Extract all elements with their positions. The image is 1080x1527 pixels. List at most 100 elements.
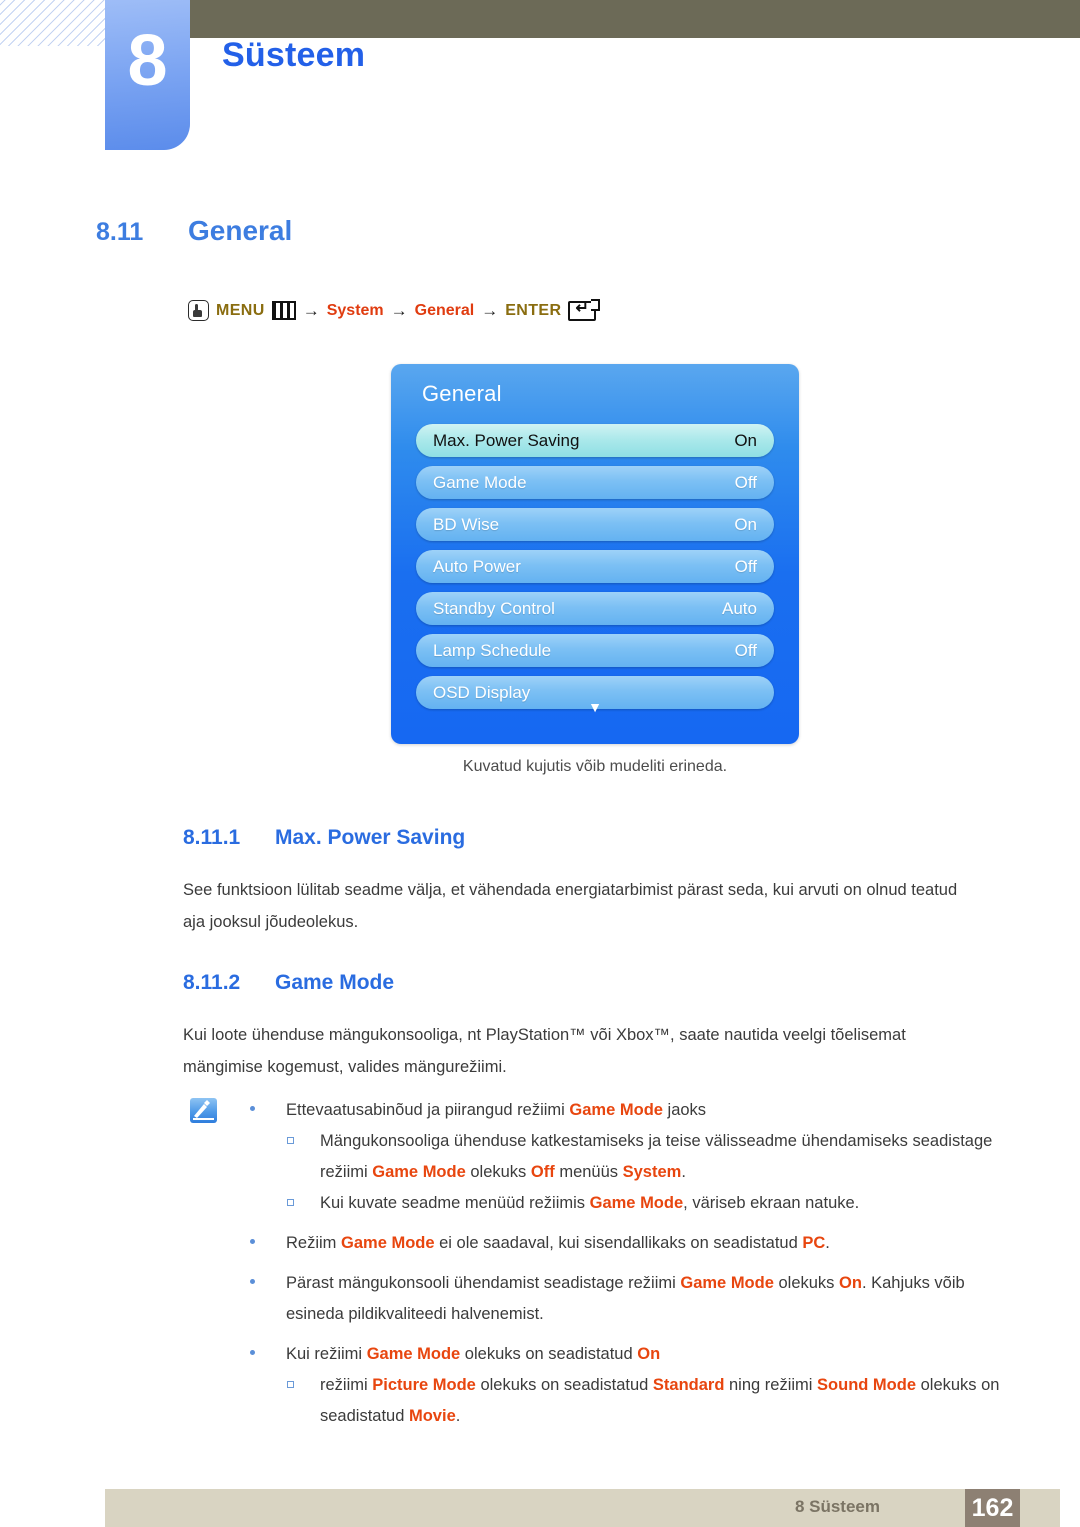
menu-bars-icon	[271, 301, 296, 320]
subsection-title-2: Game Mode	[275, 971, 395, 994]
subsection-heading-1: 8.11.1 Max. Power Saving	[183, 826, 465, 850]
footer-label: 8 Süsteem	[794, 1497, 880, 1516]
note-bullet-level2: režiimi Picture Mode olekuks on seadista…	[243, 1370, 1023, 1432]
note-term-highlight: Standard	[652, 1376, 725, 1394]
note-bullet-level2: Kui kuvate seadme menüüd režiimis Game M…	[243, 1188, 1023, 1219]
subsection-title-1: Max. Power Saving	[275, 826, 466, 849]
note-text: olekuks on seadistatud	[460, 1345, 638, 1363]
note-text: .	[825, 1234, 830, 1252]
osd-menu-item[interactable]: Standby Control Auto	[416, 592, 774, 625]
menu-path-breadcrumb: MENU → System → General → ENTER	[188, 298, 603, 321]
osd-menu-item[interactable]: BD Wise On	[416, 508, 774, 541]
note-text: .	[455, 1407, 461, 1425]
menu-path-arrow-3: →	[481, 300, 499, 320]
note-text: olekuks	[773, 1274, 840, 1292]
subsection-heading-2: 8.11.2 Game Mode	[183, 971, 394, 995]
osd-item-label: Lamp Schedule	[433, 640, 552, 660]
footer-bar	[105, 1489, 1060, 1527]
figure-caption: Kuvatud kujutis võib mudeliti erineda.	[462, 758, 728, 775]
menu-path-arrow-2: →	[390, 300, 408, 320]
note-term-highlight: Game Mode	[569, 1101, 663, 1119]
section-number: 8.11	[96, 218, 144, 246]
note-term-highlight: Game Mode	[341, 1234, 435, 1252]
note-text: .	[681, 1163, 686, 1181]
bullet-spacer	[243, 1330, 1023, 1339]
hand-press-icon	[188, 300, 209, 321]
note-bullet-level1: Režiim Game Mode ei ole saadaval, kui si…	[243, 1228, 1023, 1259]
note-text: ning režiimi	[724, 1376, 818, 1394]
note-text: jaoks	[662, 1101, 707, 1119]
osd-menu-item[interactable]: Lamp Schedule Off	[416, 634, 774, 667]
note-bullet-level1: Pärast mängukonsooli ühendamist seadista…	[243, 1268, 1023, 1330]
bullet-marker-icon	[250, 1106, 255, 1111]
chapter-number: 8	[127, 21, 168, 101]
note-bullet-list: Ettevaatusabinõud ja piirangud režiimi G…	[243, 1095, 1023, 1432]
note-text: , väriseb ekraan natuke.	[683, 1194, 860, 1212]
menu-path-item-general: General	[414, 301, 475, 319]
note-term-highlight: Game Mode	[680, 1274, 774, 1292]
osd-item-value: On	[734, 430, 757, 450]
note-bullet-level1: Kui režiimi Game Mode olekuks on seadist…	[243, 1339, 1023, 1370]
note-term-highlight: PC	[802, 1234, 826, 1252]
note-term-highlight: On	[839, 1274, 862, 1292]
osd-item-value: On	[734, 514, 757, 534]
osd-menu-panel: General Max. Power Saving On Game Mode Off B…	[391, 364, 799, 744]
note-bullet-level2: Mängukonsooliga ühenduse katkestamiseks …	[243, 1126, 1023, 1188]
subsection-number-2: 8.11.2	[183, 971, 241, 994]
bullet-marker-icon	[287, 1381, 294, 1388]
corner-hatch-decoration	[0, 0, 108, 46]
osd-menu-item[interactable]: Game Mode Off	[416, 466, 774, 499]
osd-item-value: Off	[734, 556, 757, 576]
note-term-highlight: Picture Mode	[372, 1376, 476, 1394]
subsection-paragraph-2: Kui loote ühenduse mängukonsooliga, nt P…	[183, 1026, 906, 1076]
menu-path-item-system: System	[326, 301, 384, 319]
menu-path-enter-label: ENTER	[505, 301, 562, 319]
bullet-marker-icon	[250, 1350, 255, 1355]
note-text: Kui kuvate seadme menüüd režiimis	[320, 1194, 590, 1212]
bullet-marker-icon	[287, 1137, 294, 1144]
osd-menu-item[interactable]: Auto Power Off	[416, 550, 774, 583]
note-text: olekuks on seadistatud	[475, 1376, 653, 1394]
menu-path-arrow-1: →	[302, 300, 320, 320]
note-term-highlight: Game Mode	[372, 1163, 466, 1181]
note-text: menüüs	[554, 1163, 623, 1181]
bullet-marker-icon	[250, 1239, 255, 1244]
header-bar	[190, 0, 1080, 38]
osd-item-label: Game Mode	[433, 472, 527, 492]
note-text: režiimi	[320, 1376, 373, 1394]
note-term-highlight: Movie	[408, 1407, 456, 1425]
osd-item-value: Off	[734, 640, 757, 660]
note-term-highlight: Game Mode	[589, 1194, 684, 1212]
note-term-highlight: Game Mode	[366, 1345, 461, 1363]
osd-menu-list: Max. Power Saving On Game Mode Off BD Wise On…	[416, 424, 774, 718]
note-text: olekuks	[465, 1163, 531, 1181]
osd-scroll-down-arrow[interactable]: ▼	[391, 700, 799, 714]
chapter-title: Süsteem	[222, 36, 366, 74]
osd-item-value: Auto	[722, 598, 757, 618]
note-term-highlight: Sound Mode	[817, 1376, 917, 1394]
osd-item-value: Off	[734, 472, 757, 492]
note-text: Pärast mängukonsooli ühendamist seadista…	[286, 1274, 681, 1292]
note-text: Režiim	[286, 1234, 342, 1252]
bullet-marker-icon	[250, 1279, 255, 1284]
enter-key-icon	[568, 298, 601, 321]
osd-item-label: Max. Power Saving	[433, 430, 580, 450]
note-term-highlight: Off	[530, 1163, 555, 1181]
section-heading: 8.11 General	[96, 215, 292, 247]
subsection-number-1: 8.11.1	[183, 826, 241, 849]
subsection-paragraph-1: See funktsioon lülitab seadme välja, et …	[183, 881, 958, 931]
note-pencil-icon	[190, 1098, 217, 1123]
osd-item-label: BD Wise	[433, 514, 500, 534]
note-text: ei ole saadaval, kui sisendallikaks on s…	[434, 1234, 803, 1252]
osd-item-label: Auto Power	[433, 556, 521, 576]
menu-path-menu-label: MENU	[216, 301, 265, 319]
bullet-spacer	[243, 1259, 1023, 1268]
osd-menu-item[interactable]: Max. Power Saving On	[416, 424, 774, 457]
note-text: Ettevaatusabinõud ja piirangud režiimi	[286, 1101, 570, 1119]
osd-panel-title: General	[422, 381, 502, 406]
section-title: General	[188, 215, 293, 246]
bullet-spacer	[243, 1219, 1023, 1228]
page-number: 162	[965, 1489, 1020, 1527]
note-text: Kui režiimi	[286, 1345, 367, 1363]
bullet-marker-icon	[287, 1199, 294, 1206]
